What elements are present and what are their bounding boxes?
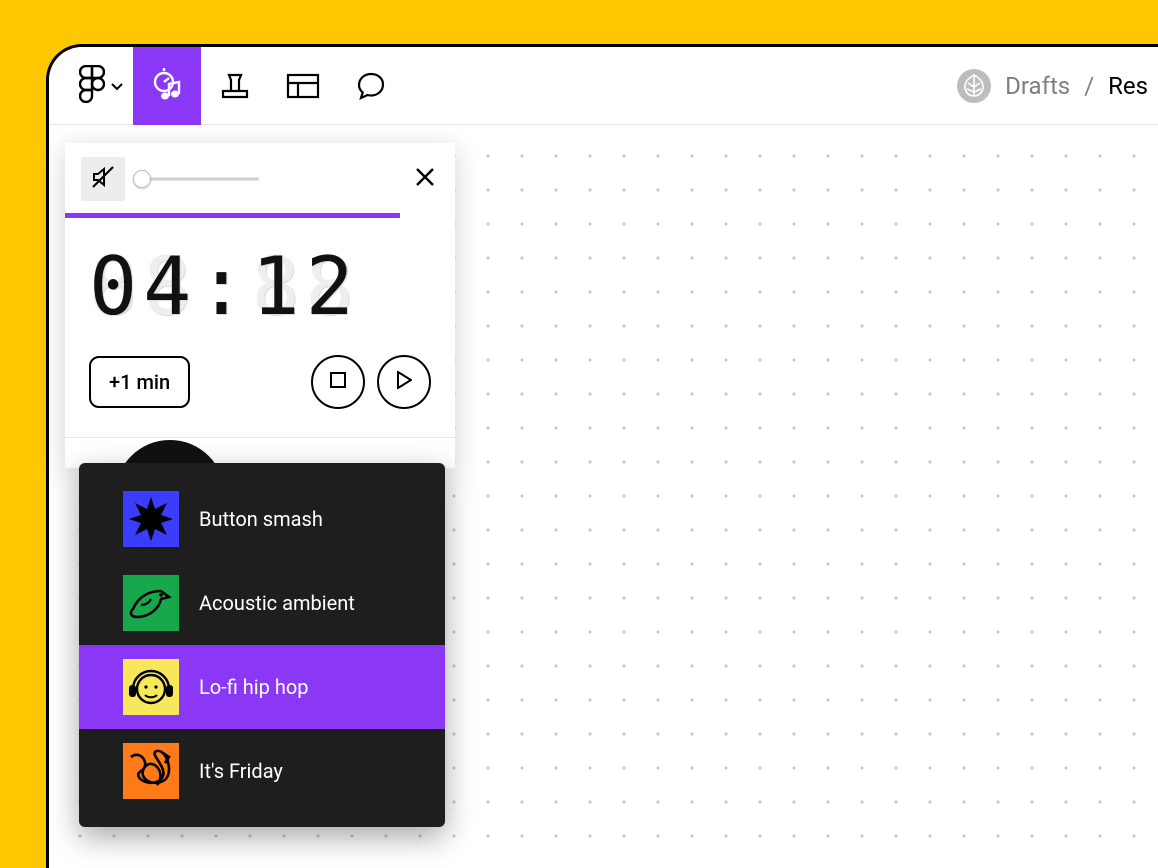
playlist-item-its-friday[interactable]: It's Friday xyxy=(79,729,445,813)
playlist-item-label: Lo-fi hip hop xyxy=(199,675,308,699)
table-icon xyxy=(286,73,320,99)
comment-icon xyxy=(356,71,386,101)
breadcrumb-location[interactable]: Drafts xyxy=(1005,72,1070,100)
playlist-item-label: Button smash xyxy=(199,507,323,531)
stamp-icon xyxy=(219,71,251,101)
stop-icon xyxy=(330,372,346,392)
chevron-down-icon xyxy=(111,76,123,95)
slider-track xyxy=(135,178,259,181)
playlist-menu: Button smash Acoustic ambient xyxy=(79,463,445,827)
playlist-item-label: Acoustic ambient xyxy=(199,591,355,615)
table-tool[interactable] xyxy=(269,47,337,125)
comment-tool[interactable] xyxy=(337,47,405,125)
timer-music-icon xyxy=(149,68,185,104)
playlist-item-lofi-hip-hop[interactable]: Lo-fi hip hop xyxy=(79,645,445,729)
breadcrumb-current[interactable]: Res xyxy=(1108,72,1148,100)
thumb-headphones-icon xyxy=(123,659,179,715)
avatar[interactable] xyxy=(957,69,991,103)
thumb-squiggle-icon xyxy=(123,743,179,799)
breadcrumb: Drafts / Res xyxy=(957,69,1148,103)
app-window: Drafts / Res xyxy=(46,44,1158,868)
thumb-burst-icon xyxy=(123,491,179,547)
close-icon xyxy=(414,166,436,192)
figma-logo-icon xyxy=(79,65,105,107)
thumb-bird-icon xyxy=(123,575,179,631)
avatar-leaf-icon xyxy=(961,73,987,99)
volume-slider[interactable] xyxy=(135,171,259,187)
add-minute-label: +1 min xyxy=(109,370,170,394)
toolbar: Drafts / Res xyxy=(49,47,1158,125)
speaker-muted-icon xyxy=(90,164,116,194)
add-minute-button[interactable]: +1 min xyxy=(89,356,190,408)
timer-panel: 88:88 04:12 +1 min xyxy=(65,143,455,468)
playlist-item-button-smash[interactable]: Button smash xyxy=(79,477,445,561)
timer-display: 88:88 04:12 xyxy=(65,218,455,343)
play-button[interactable] xyxy=(377,355,431,409)
stop-button[interactable] xyxy=(311,355,365,409)
timer-value: 04:12 xyxy=(89,240,360,333)
mute-toggle[interactable] xyxy=(81,157,125,201)
figma-menu[interactable] xyxy=(63,47,133,125)
playlist-item-label: It's Friday xyxy=(199,759,283,783)
slider-thumb[interactable] xyxy=(133,170,151,188)
timer-music-tool[interactable] xyxy=(133,47,201,125)
close-button[interactable] xyxy=(411,165,439,193)
playlist-item-acoustic-ambient[interactable]: Acoustic ambient xyxy=(79,561,445,645)
breadcrumb-separator: / xyxy=(1084,72,1094,100)
stamp-tool[interactable] xyxy=(201,47,269,125)
play-icon xyxy=(396,371,412,393)
